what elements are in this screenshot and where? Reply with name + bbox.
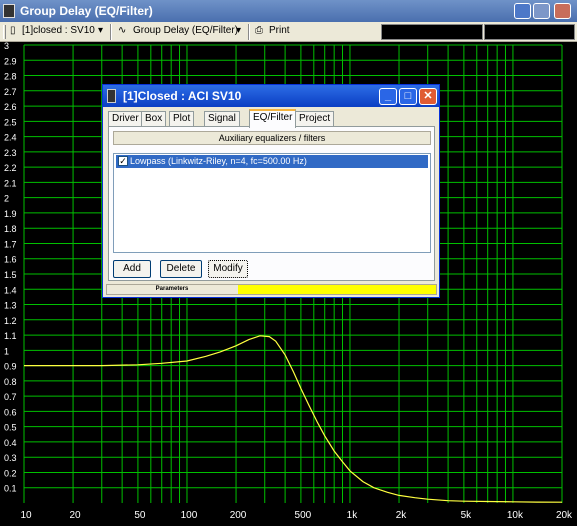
y-tick-label: 1 (4, 346, 9, 356)
y-tick-label: 2.7 (4, 87, 17, 97)
y-tick-label: 2.4 (4, 133, 17, 143)
dialog-title-bar[interactable]: [1]Closed : ACI SV10 _ □ ✕ (103, 85, 439, 107)
x-tick-label: 50 (134, 510, 146, 521)
status-indicator (238, 285, 436, 294)
x-tick-label: 20 (69, 510, 81, 521)
x-tick-label: 20k (556, 510, 573, 521)
list-item[interactable]: ✓ Lowpass (Linkwitz-Riley, n=4, fc=500.0… (116, 155, 428, 168)
y-tick-label: 1.1 (4, 331, 17, 341)
app-icon (3, 4, 15, 18)
y-tick-label: 0.2 (4, 468, 17, 478)
section-header[interactable]: Auxiliary equalizers / filters (113, 131, 431, 145)
x-tick-label: 5k (461, 510, 473, 521)
dialog-title: [1]Closed : ACI SV10 (123, 89, 242, 103)
maximize-button[interactable] (533, 3, 550, 19)
title-bar[interactable]: Group Delay (EQ/Filter) (0, 0, 577, 22)
tab-eq-filter[interactable]: EQ/Filter (249, 109, 297, 128)
y-tick-label: 0.5 (4, 423, 17, 433)
tab-plot[interactable]: Plot (169, 111, 195, 127)
driver-dialog: [1]Closed : ACI SV10 _ □ ✕ Driver Box Pl… (102, 84, 440, 298)
y-tick-label: 0.1 (4, 484, 17, 494)
y-tick-label: 2 (4, 194, 9, 204)
dialog-app-icon (107, 89, 116, 103)
toolbar-separator (110, 24, 112, 40)
y-tick-label: 0.4 (4, 438, 17, 448)
plot-selector[interactable]: Group Delay (EQ/Filter) (133, 25, 238, 39)
filter-label: Lowpass (Linkwitz-Riley, n=4, fc=500.00 … (130, 156, 307, 166)
x-tick-label: 10 (20, 510, 32, 521)
y-tick-label: 2.2 (4, 163, 17, 173)
y-tick-label: 1.5 (4, 270, 17, 280)
y-tick-label: 0.6 (4, 407, 17, 417)
tab-signal[interactable]: Signal (204, 111, 240, 127)
tab-box[interactable]: Box (141, 111, 167, 127)
window-title: Group Delay (EQ/Filter) (20, 4, 153, 18)
y-tick-label: 2.5 (4, 117, 17, 127)
printer-icon: ⎙ (255, 25, 263, 36)
y-tick-label: 2.8 (4, 72, 17, 82)
status-bar: Parameters (106, 284, 437, 295)
tab-driver[interactable]: Driver (108, 111, 143, 127)
delete-button[interactable]: Delete (160, 260, 202, 278)
status-label: Parameters (155, 286, 189, 292)
toolbar-grip[interactable] (3, 25, 6, 39)
readout-box-1 (381, 24, 483, 40)
x-tick-label: 1k (347, 510, 359, 521)
tab-project[interactable]: Project (295, 111, 335, 127)
dialog-close-button[interactable]: ✕ (419, 88, 437, 105)
y-tick-label: 1.6 (4, 255, 17, 265)
y-tick-label: 0.3 (4, 453, 17, 463)
project-selector[interactable]: [1]closed : SV10 (22, 25, 95, 39)
y-tick-label: 0.9 (4, 362, 17, 372)
y-tick-label: 2.1 (4, 178, 17, 188)
y-tick-label: 1.8 (4, 224, 17, 234)
x-tick-label: 200 (230, 510, 247, 521)
dialog-minimize-button[interactable]: _ (379, 88, 397, 105)
waveform-icon: ∿ (118, 25, 127, 36)
print-button[interactable]: Print (269, 25, 290, 39)
project-icon: ▯ (10, 25, 16, 36)
x-tick-label: 500 (295, 510, 312, 521)
chevron-down-icon[interactable]: ▾ (236, 25, 241, 39)
y-tick-label: 2.6 (4, 102, 17, 112)
filter-checkbox[interactable]: ✓ (118, 156, 128, 166)
x-tick-label: 100 (181, 510, 198, 521)
chevron-down-icon[interactable]: ▾ (98, 25, 103, 39)
y-tick-label: 1.4 (4, 285, 17, 295)
x-tick-label: 10k (507, 510, 524, 521)
readout-box-2 (484, 24, 575, 40)
close-button[interactable] (554, 3, 571, 19)
toolbar-separator (248, 24, 250, 40)
y-tick-label: 2.9 (4, 56, 17, 66)
toolbar: ▯ [1]closed : SV10 ▾ ∿ Group Delay (EQ/F… (0, 22, 577, 42)
minimize-button[interactable] (514, 3, 531, 19)
dialog-maximize-button[interactable]: □ (399, 88, 417, 105)
modify-button[interactable]: Modify (208, 260, 248, 278)
y-tick-label: 0.7 (4, 392, 17, 402)
y-tick-label: 1.2 (4, 316, 17, 326)
eq-filter-panel: Auxiliary equalizers / filters ✓ Lowpass… (108, 126, 435, 281)
x-tick-label: 2k (396, 510, 408, 521)
add-button[interactable]: Add (113, 260, 151, 278)
filter-list[interactable]: ✓ Lowpass (Linkwitz-Riley, n=4, fc=500.0… (113, 153, 431, 253)
y-tick-label: 0.8 (4, 377, 17, 387)
y-tick-label: 1.3 (4, 301, 17, 311)
y-tick-label: 1.9 (4, 209, 17, 219)
y-tick-label: 3 (4, 42, 9, 51)
y-tick-label: 1.7 (4, 239, 17, 249)
y-tick-label: 2.3 (4, 148, 17, 158)
group-delay-series-line (24, 335, 563, 503)
